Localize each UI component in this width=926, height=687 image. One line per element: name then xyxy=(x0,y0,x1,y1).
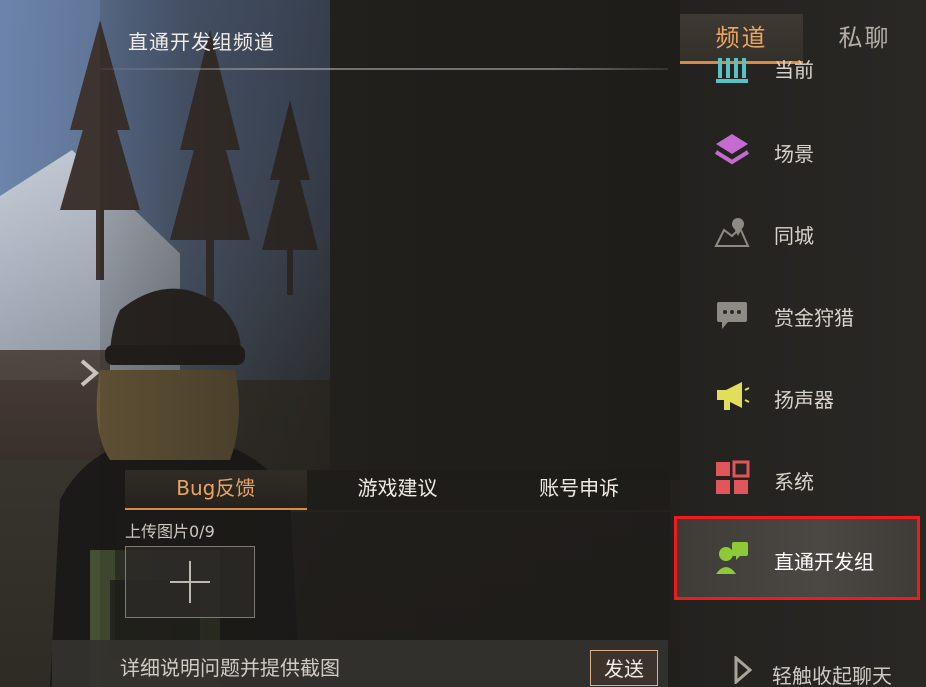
sidebar-item-system[interactable]: 系统 xyxy=(680,438,926,518)
upload-count-label: 上传图片0/9 xyxy=(125,522,215,541)
sidebar-item-label: 直通开发组 xyxy=(774,550,874,574)
map-pin-icon xyxy=(714,218,750,247)
tab-game-suggestion[interactable]: 游戏建议 xyxy=(306,470,489,510)
sidebar-item-label: 场景 xyxy=(774,142,814,166)
header-divider xyxy=(100,68,668,70)
upload-image-button[interactable] xyxy=(125,546,255,618)
sidebar-item-loudspeaker[interactable]: 扬声器 xyxy=(680,356,926,436)
tab-bug-report[interactable]: Bug反馈 xyxy=(125,470,307,510)
sidebar-item-current[interactable]: 当前 xyxy=(680,50,926,90)
grid-icon xyxy=(716,460,750,494)
building-icon xyxy=(716,58,748,83)
layers-icon xyxy=(714,134,750,165)
chat-dots-icon xyxy=(717,302,747,329)
sidebar-item-label: 系统 xyxy=(774,470,814,494)
sidebar-item-label: 同城 xyxy=(774,224,814,248)
channel-title: 直通开发组频道 xyxy=(128,30,275,54)
send-button[interactable]: 发送 xyxy=(590,650,658,686)
sidebar-item-dev-group[interactable]: 直通开发组 xyxy=(680,518,926,598)
sidebar-item-same-city[interactable]: 同城 xyxy=(680,192,926,272)
message-input[interactable]: 详细说明问题并提供截图 xyxy=(120,652,580,684)
collapse-chat-button[interactable]: 轻触收起聊天 xyxy=(680,650,926,687)
megaphone-icon xyxy=(717,382,750,410)
collapse-arrow-icon xyxy=(734,656,752,684)
sidebar-item-scene[interactable]: 场景 xyxy=(680,110,926,190)
tab-account-appeal[interactable]: 账号申诉 xyxy=(488,470,671,510)
collapse-chat-label: 轻触收起聊天 xyxy=(772,664,892,687)
plus-icon-bar xyxy=(170,581,210,583)
feedback-tabs: Bug反馈 游戏建议 账号申诉 xyxy=(125,470,671,510)
sidebar-item-bounty-hunt[interactable]: 赏金狩猎 xyxy=(680,274,926,354)
sidebar-item-label: 扬声器 xyxy=(774,388,834,412)
game-chat-screen: 直通开发组频道 Bug反馈 游戏建议 账号申诉 上传图片0/9 详细说明问题并提… xyxy=(0,0,926,687)
sidebar-item-label: 当前 xyxy=(774,58,814,82)
expand-chevron-icon[interactable] xyxy=(78,358,100,388)
dev-group-icon xyxy=(716,542,748,574)
sidebar-item-label: 赏金狩猎 xyxy=(774,306,854,330)
